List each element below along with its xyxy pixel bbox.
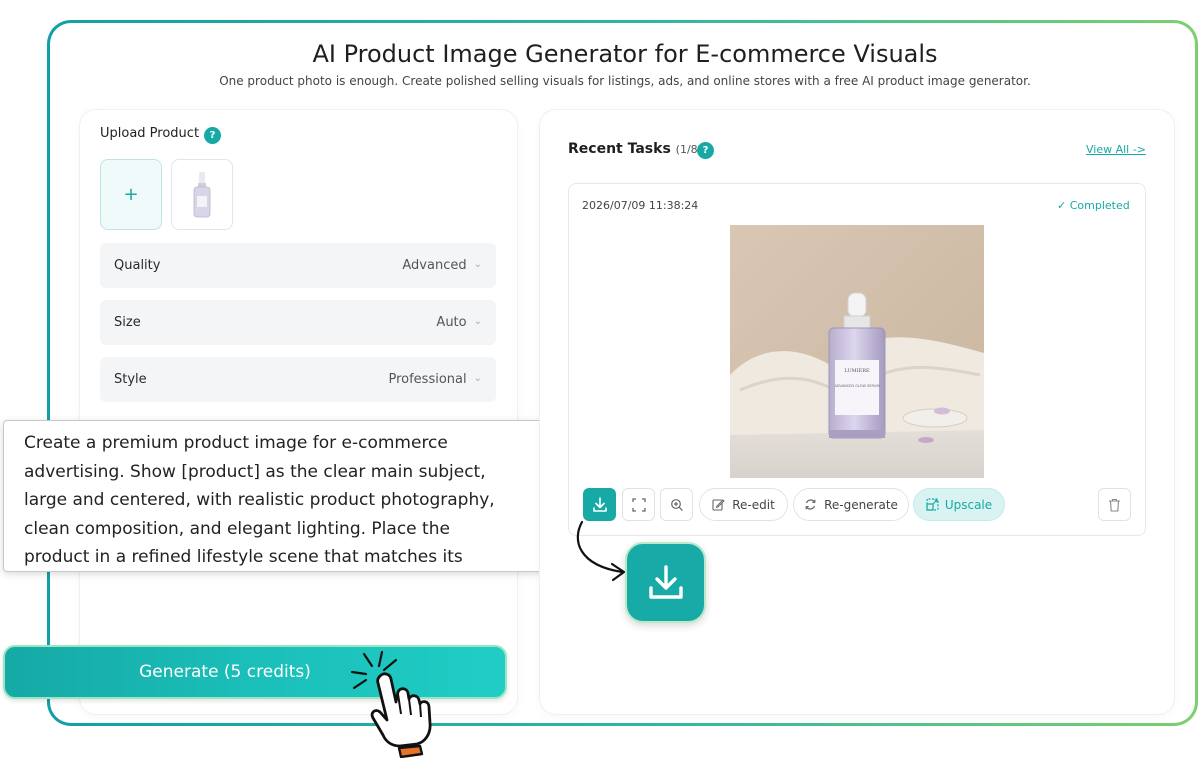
style-select[interactable]: Style Professional ⌄ bbox=[100, 357, 496, 402]
size-label: Size bbox=[114, 315, 141, 330]
upscale-button[interactable]: Upscale bbox=[913, 488, 1005, 521]
reedit-button[interactable]: Re-edit bbox=[699, 488, 788, 521]
view-all-link[interactable]: View All -> bbox=[1086, 143, 1146, 156]
product-thumbnail[interactable] bbox=[171, 159, 233, 230]
generate-label: Generate (5 credits) bbox=[139, 662, 311, 682]
status-badge: ✓ Completed bbox=[1057, 199, 1130, 212]
download-icon bbox=[592, 496, 607, 512]
fullscreen-icon bbox=[631, 497, 646, 512]
style-label: Style bbox=[114, 372, 147, 387]
quality-value: Advanced bbox=[402, 258, 467, 273]
zoom-button[interactable] bbox=[660, 488, 693, 521]
bottle-brand-text: LUMIÈRE bbox=[844, 366, 870, 374]
download-icon bbox=[648, 564, 683, 599]
page-title: AI Product Image Generator for E-commerc… bbox=[312, 40, 938, 68]
size-select[interactable]: Size Auto ⌄ bbox=[100, 300, 496, 345]
size-value: Auto bbox=[436, 315, 467, 330]
generated-product-image[interactable]: LUMIÈRE ADVANCED GLOW SERUM bbox=[730, 225, 984, 478]
chevron-down-icon: ⌄ bbox=[473, 259, 482, 270]
regenerate-button[interactable]: Re-generate bbox=[793, 488, 909, 521]
recent-tasks-title: Recent Tasks bbox=[568, 141, 671, 157]
fullscreen-button[interactable] bbox=[622, 488, 655, 521]
quality-label: Quality bbox=[114, 258, 161, 273]
zoom-in-icon bbox=[670, 498, 683, 511]
prompt-text: Create a premium product image for e-com… bbox=[24, 433, 495, 567]
pointer-hand-icon bbox=[370, 672, 432, 758]
serum-bottle-thumbnail bbox=[193, 171, 211, 217]
chevron-down-icon: ⌄ bbox=[473, 373, 482, 384]
add-image-button[interactable]: + bbox=[100, 159, 162, 230]
task-timestamp: 2026/07/09 11:38:24 bbox=[582, 199, 699, 212]
page-subtitle: One product photo is enough. Create poli… bbox=[219, 74, 1031, 88]
reedit-label: Re-edit bbox=[732, 497, 775, 512]
delete-button[interactable] bbox=[1098, 488, 1131, 521]
help-icon[interactable]: ? bbox=[697, 142, 714, 159]
style-value: Professional bbox=[388, 372, 467, 387]
download-highlight-button[interactable] bbox=[625, 542, 706, 623]
quality-select[interactable]: Quality Advanced ⌄ bbox=[100, 243, 496, 288]
recent-tasks-heading: Recent Tasks (1/8) bbox=[568, 141, 702, 157]
download-button[interactable] bbox=[583, 488, 616, 521]
refresh-icon bbox=[805, 499, 816, 510]
upscale-label: Upscale bbox=[944, 497, 993, 512]
edit-icon bbox=[712, 499, 725, 511]
upscale-icon bbox=[926, 498, 939, 511]
bottle-name-text: ADVANCED GLOW SERUM bbox=[835, 384, 880, 388]
chevron-down-icon: ⌄ bbox=[473, 316, 482, 327]
regenerate-label: Re-generate bbox=[824, 497, 898, 512]
upload-product-label: Upload Product bbox=[100, 126, 200, 141]
trash-icon bbox=[1109, 498, 1120, 512]
prompt-textarea[interactable]: Create a premium product image for e-com… bbox=[3, 420, 553, 572]
help-icon[interactable]: ? bbox=[204, 127, 221, 144]
